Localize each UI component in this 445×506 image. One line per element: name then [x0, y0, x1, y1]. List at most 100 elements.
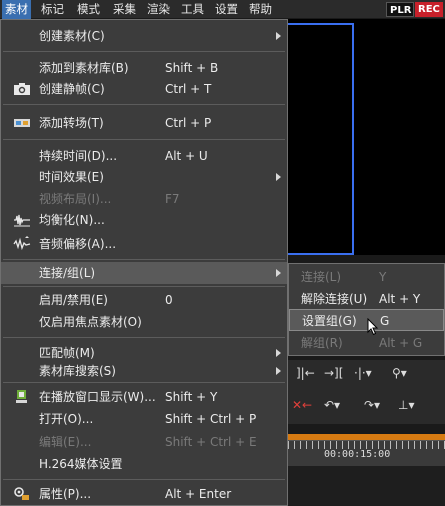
menu-item-duration[interactable]: 持续时间(D)... Alt + U	[1, 145, 287, 167]
submenu-item-label: 解组(R)	[301, 336, 343, 350]
menu-help[interactable]: 帮助	[246, 0, 275, 19]
audio-offset-icon	[13, 236, 31, 251]
equalizer-icon	[14, 214, 30, 227]
menu-item-shortcut: Shift + Ctrl + E	[165, 435, 257, 449]
submenu-item-shortcut: Alt + Y	[379, 292, 421, 306]
mouse-cursor-icon	[367, 318, 379, 336]
menu-item-label: H.264媒体设置	[39, 457, 123, 471]
separator	[3, 104, 285, 105]
menu-item-show-in-player[interactable]: 在播放窗口显示(W)... Shift + Y	[1, 386, 287, 408]
ruler-ticks	[288, 441, 445, 449]
menu-item-shortcut: Alt + Enter	[165, 487, 232, 501]
menu-item-label: 时间效果(E)	[39, 170, 104, 184]
marker-icon[interactable]: ⊥▾	[398, 396, 414, 414]
preview-window	[288, 19, 445, 255]
properties-icon	[14, 487, 29, 500]
menu-item-label: 视频布局(I)...	[39, 192, 112, 206]
menu-item-audio-offset[interactable]: 音频偏移(A)...	[1, 233, 287, 255]
timeline-toolbar: ]|← →][ ·|·▾ ⚲▾ ✕← ↶▾ ↷▾ ⊥▾	[288, 360, 445, 424]
submenu-arrow-icon	[276, 349, 281, 357]
menu-tools[interactable]: 工具	[178, 0, 207, 19]
menu-item-shortcut: Ctrl + P	[165, 116, 212, 130]
menu-item-label: 打开(O)...	[39, 412, 94, 426]
menu-item-bin-search[interactable]: 素材库搜索(S)	[1, 360, 287, 382]
trim-out-icon[interactable]: →][	[324, 364, 343, 382]
menu-item-label: 启用/禁用(E)	[39, 293, 108, 307]
rec-badge[interactable]: REC	[415, 2, 443, 17]
submenu-item-label: 设置组(G)	[302, 314, 357, 328]
submenu-arrow-icon	[276, 32, 281, 40]
timeline-track[interactable]	[288, 466, 445, 506]
menu-item-add-to-bin[interactable]: 添加到素材库(B) Shift + B	[1, 57, 287, 79]
plr-badge[interactable]: PLR	[386, 2, 414, 17]
separator	[3, 139, 285, 140]
undo-icon[interactable]: ↶▾	[324, 396, 340, 414]
redo-icon[interactable]: ↷▾	[364, 396, 380, 414]
menu-marker[interactable]: 标记	[38, 0, 67, 19]
menu-item-label: 添加到素材库(B)	[39, 61, 129, 75]
submenu-arrow-icon	[276, 269, 281, 277]
separator	[3, 337, 285, 338]
separator	[3, 479, 285, 480]
submenu-item-unlink[interactable]: 解除连接(U) Alt + Y	[289, 288, 444, 310]
menu-item-label: 在播放窗口显示(W)...	[39, 390, 156, 404]
menu-item-label: 音频偏移(A)...	[39, 237, 117, 251]
separator	[3, 259, 285, 260]
menu-item-add-transition[interactable]: 添加转场(T) Ctrl + P	[1, 112, 287, 134]
menu-settings[interactable]: 设置	[212, 0, 241, 19]
material-menu: 创建素材(C) 添加到素材库(B) Shift + B 创建静帧(C) Ctrl…	[0, 19, 288, 506]
menu-item-shortcut: Alt + U	[165, 149, 208, 163]
menu-item-open[interactable]: 打开(O)... Shift + Ctrl + P	[1, 408, 287, 430]
menu-item-label: 属性(P)...	[39, 487, 92, 501]
submenu-item-shortcut: Alt + G	[379, 336, 423, 350]
menu-item-create-still[interactable]: 创建静帧(C) Ctrl + T	[1, 78, 287, 100]
menu-capture[interactable]: 采集	[110, 0, 139, 19]
menu-item-label: 添加转场(T)	[39, 116, 104, 130]
trim-in-icon[interactable]: ]|←	[296, 364, 315, 382]
preview-frame	[288, 23, 354, 255]
menu-item-video-layout: 视频布局(I)... F7	[1, 188, 287, 210]
menu-item-shortcut: Shift + Ctrl + P	[165, 412, 257, 426]
menu-item-label: 持续时间(D)...	[39, 149, 118, 163]
submenu-item-link: 连接(L) Y	[289, 266, 444, 288]
split-icon[interactable]: ·|·▾	[354, 364, 372, 382]
ripple-icon[interactable]: ⚲▾	[392, 364, 407, 382]
link-group-submenu: 连接(L) Y 解除连接(U) Alt + Y 设置组(G) G 解组(R) A…	[288, 263, 445, 356]
menu-render[interactable]: 渲染	[144, 0, 173, 19]
menu-item-normalize[interactable]: 均衡化(N)...	[1, 209, 287, 231]
menu-item-properties[interactable]: 属性(P)... Alt + Enter	[1, 483, 287, 505]
menu-item-shortcut: Shift + Y	[165, 390, 218, 404]
menu-item-label: 素材库搜索(S)	[39, 364, 116, 378]
submenu-arrow-icon	[276, 367, 281, 375]
menu-item-enable-focused-only[interactable]: 仅启用焦点素材(O)	[1, 311, 287, 333]
delete-icon[interactable]: ✕←	[292, 396, 312, 414]
timeline-ruler[interactable]: 00:00:15:00	[288, 440, 445, 466]
menu-item-shortcut: Ctrl + T	[165, 82, 212, 96]
menu-item-shortcut: F7	[165, 192, 180, 206]
submenu-arrow-icon	[276, 173, 281, 181]
submenu-item-shortcut: Y	[379, 270, 387, 284]
menu-item-label: 均衡化(N)...	[39, 213, 105, 227]
menu-item-label: 编辑(E)...	[39, 435, 92, 449]
menu-item-shortcut: 0	[165, 293, 173, 307]
transition-icon	[14, 119, 30, 127]
menu-item-create-clip[interactable]: 创建素材(C)	[1, 25, 287, 47]
submenu-item-label: 解除连接(U)	[301, 292, 368, 306]
menu-item-label: 创建静帧(C)	[39, 82, 105, 96]
menu-item-label: 仅启用焦点素材(O)	[39, 315, 142, 329]
menu-mode[interactable]: 模式	[74, 0, 103, 19]
menu-item-time-effect[interactable]: 时间效果(E)	[1, 166, 287, 188]
menu-item-shortcut: Shift + B	[165, 61, 219, 75]
menu-item-label: 创建素材(C)	[39, 29, 105, 43]
timecode-label: 00:00:15:00	[324, 449, 391, 460]
separator	[3, 51, 285, 52]
camera-icon	[14, 83, 30, 95]
menu-item-edit: 编辑(E)... Shift + Ctrl + E	[1, 431, 287, 453]
player-window-icon	[16, 390, 27, 403]
menu-material[interactable]: 素材	[2, 0, 31, 19]
submenu-item-shortcut: G	[380, 314, 390, 328]
menu-item-h264-settings[interactable]: H.264媒体设置	[1, 453, 287, 475]
menu-item-enable-disable[interactable]: 启用/禁用(E) 0	[1, 289, 287, 311]
menu-item-link-group[interactable]: 连接/组(L)	[1, 262, 287, 284]
submenu-item-label: 连接(L)	[301, 270, 342, 284]
